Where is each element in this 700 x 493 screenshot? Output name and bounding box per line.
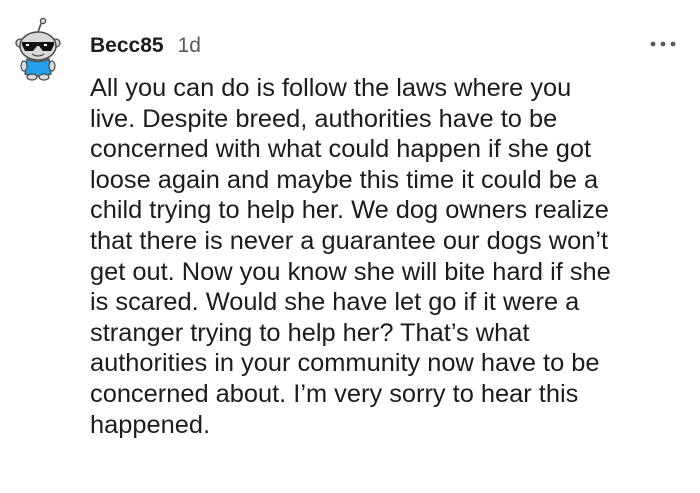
comment-body-line: is scared. Would she have let go if it w…	[90, 288, 580, 317]
comment-timestamp: 1d	[177, 34, 201, 57]
comment-body-line: that there is never a guarantee our dogs…	[90, 226, 609, 255]
snoo-avatar-icon	[15, 17, 61, 81]
user-avatar[interactable]	[8, 17, 68, 82]
comment-body-line: authorities in your community now have t…	[90, 349, 600, 378]
comment-body: All you can do is follow the laws where …	[90, 73, 690, 440]
comment-body-line: happened.	[90, 410, 211, 439]
comment-body-line: child trying to help her. We dog owners …	[90, 196, 609, 225]
comment-body-line: live. Despite breed, authorities have to…	[90, 104, 558, 133]
comment-body-line: get out. Now you know she will bite hard…	[90, 257, 611, 286]
comment-header: Becc85 1d	[90, 34, 201, 62]
comment-body-line: loose again and maybe this time it could…	[90, 165, 599, 194]
more-horizontal-icon	[650, 41, 676, 47]
comment: Becc85 1d All you can do is follow the l…	[0, 0, 700, 493]
comment-body-line: concerned with what could happen if she …	[90, 135, 592, 164]
more-options-button[interactable]	[646, 34, 680, 54]
comment-body-line: stranger trying to help her? That’s what	[90, 318, 530, 347]
comment-body-line: concerned about. I’m very sorry to hear …	[90, 379, 579, 408]
comment-body-line: All you can do is follow the laws where …	[90, 74, 572, 102]
username-link[interactable]: Becc85	[90, 34, 164, 58]
